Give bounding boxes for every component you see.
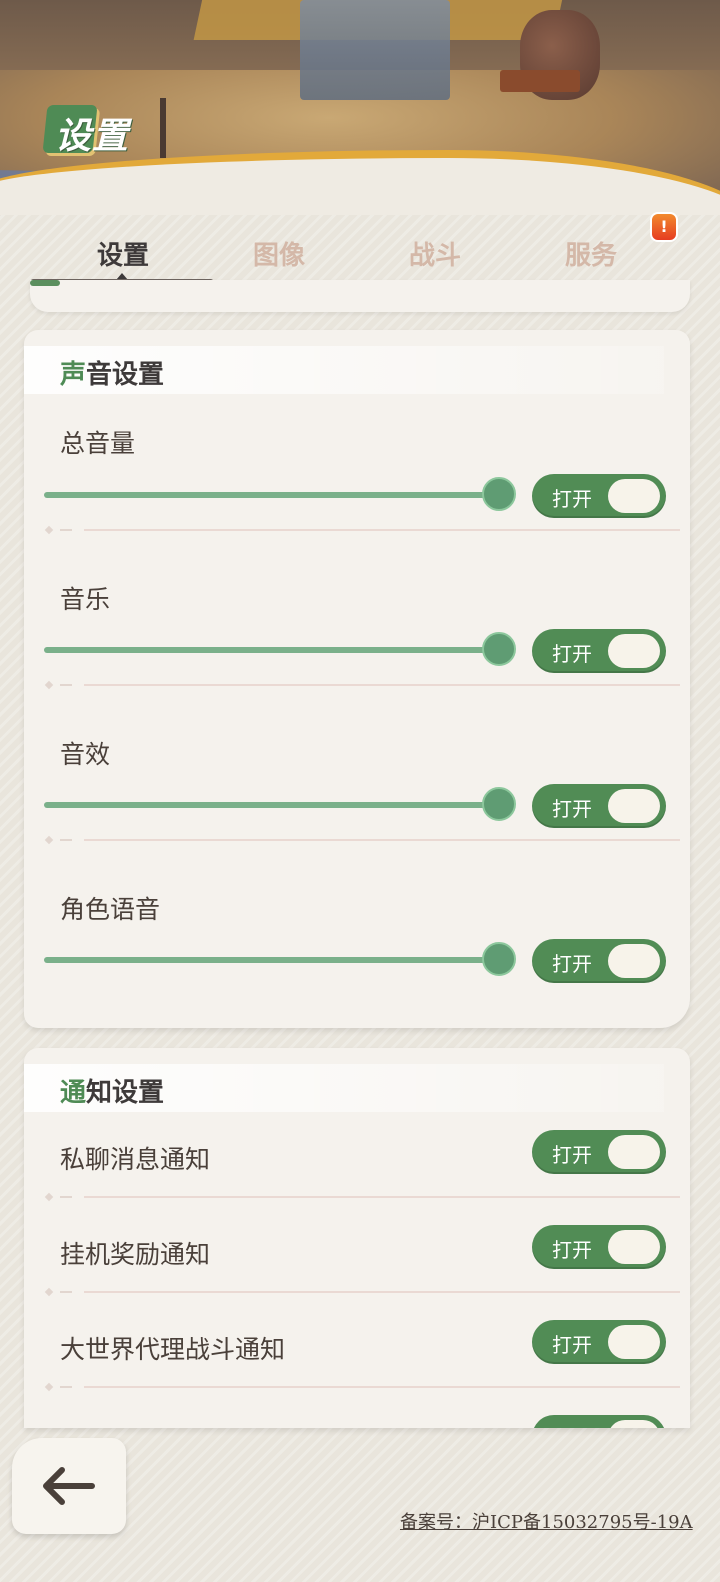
sfx-toggle[interactable]: 打开 bbox=[532, 784, 666, 828]
music-toggle[interactable]: 打开 bbox=[532, 629, 666, 673]
sfx-slider[interactable] bbox=[44, 787, 516, 821]
notification-settings-panel: 通知设置 私聊消息通知 打开 挂机奖励通知 打开 大世界代理战斗通知 打开 bbox=[24, 1048, 690, 1428]
slider-knob[interactable] bbox=[482, 632, 516, 666]
row-divider bbox=[44, 525, 680, 535]
row-divider bbox=[44, 1287, 680, 1297]
page-title-text: 设置 bbox=[55, 115, 130, 157]
header-banner: 设置 bbox=[0, 0, 720, 215]
slider-knob[interactable] bbox=[482, 787, 516, 821]
previous-panel-bottom bbox=[30, 280, 690, 312]
row-divider bbox=[44, 835, 680, 845]
voice-toggle[interactable]: 打开 bbox=[532, 939, 666, 983]
private-message-label: 私聊消息通知 bbox=[60, 1145, 211, 1174]
toggle-label: 打开 bbox=[552, 1143, 592, 1167]
voice-slider[interactable] bbox=[44, 942, 516, 976]
toggle-knob bbox=[608, 1420, 660, 1428]
toggle-label: 打开 bbox=[552, 642, 592, 666]
toggle-label: 打开 bbox=[552, 1333, 592, 1357]
toggle-knob bbox=[608, 1230, 660, 1264]
section-title-first-char: 通 bbox=[60, 1078, 87, 1108]
section-title-sound: 声音设置 bbox=[60, 354, 164, 391]
tab-bar: 设置 图像 战斗 服务 bbox=[0, 215, 720, 290]
back-arrow-icon bbox=[43, 1467, 95, 1505]
row-divider bbox=[44, 680, 680, 690]
master-volume-slider[interactable] bbox=[44, 477, 516, 511]
icp-record-link[interactable]: 备案号：沪ICP备15032795号-19A bbox=[400, 1508, 693, 1534]
section-title-first-char: 声 bbox=[60, 360, 87, 390]
back-button[interactable] bbox=[12, 1438, 126, 1534]
section-title-notify: 通知设置 bbox=[60, 1072, 164, 1109]
next-toggle-partial[interactable] bbox=[532, 1415, 666, 1428]
panel-stub-accent bbox=[30, 280, 60, 286]
toggle-label: 打开 bbox=[552, 487, 592, 511]
section-title-rest: 音设置 bbox=[86, 360, 165, 390]
private-message-toggle[interactable]: 打开 bbox=[532, 1130, 666, 1174]
toggle-label: 打开 bbox=[552, 797, 592, 821]
world-battle-toggle[interactable]: 打开 bbox=[532, 1320, 666, 1364]
idle-reward-toggle[interactable]: 打开 bbox=[532, 1225, 666, 1269]
toggle-knob bbox=[608, 1135, 660, 1169]
tab-graphics[interactable]: 图像 bbox=[201, 235, 357, 272]
sound-settings-panel: 声音设置 总音量 打开 音乐 打开 音效 打开 角色语音 打开 bbox=[24, 330, 690, 1028]
toggle-label: 打开 bbox=[552, 952, 592, 976]
banner-bench bbox=[500, 70, 580, 92]
idle-reward-label: 挂机奖励通知 bbox=[60, 1240, 211, 1269]
toggle-knob bbox=[608, 479, 660, 513]
row-divider bbox=[44, 1192, 680, 1202]
toggle-knob bbox=[608, 1325, 660, 1359]
page-title: 设置 bbox=[42, 105, 128, 157]
music-slider[interactable] bbox=[44, 632, 516, 666]
master-volume-label: 总音量 bbox=[60, 429, 136, 458]
tab-service[interactable]: 服务 bbox=[513, 235, 669, 272]
banner-house bbox=[300, 0, 450, 100]
row-divider bbox=[44, 1382, 680, 1392]
section-title-rest: 知设置 bbox=[86, 1078, 165, 1108]
lamp-post bbox=[160, 98, 166, 158]
sfx-label: 音效 bbox=[60, 740, 111, 769]
tab-settings[interactable]: 设置 bbox=[45, 235, 201, 272]
world-battle-label: 大世界代理战斗通知 bbox=[60, 1335, 286, 1364]
toggle-knob bbox=[608, 789, 660, 823]
voice-label: 角色语音 bbox=[60, 895, 161, 924]
exclamation-icon[interactable]: ! bbox=[650, 212, 678, 242]
toggle-label: 打开 bbox=[552, 1238, 592, 1262]
toggle-knob bbox=[608, 634, 660, 668]
slider-knob[interactable] bbox=[482, 942, 516, 976]
slider-knob[interactable] bbox=[482, 477, 516, 511]
toggle-knob bbox=[608, 944, 660, 978]
master-volume-toggle[interactable]: 打开 bbox=[532, 474, 666, 518]
music-label: 音乐 bbox=[60, 585, 111, 614]
tab-battle[interactable]: 战斗 bbox=[357, 235, 513, 272]
